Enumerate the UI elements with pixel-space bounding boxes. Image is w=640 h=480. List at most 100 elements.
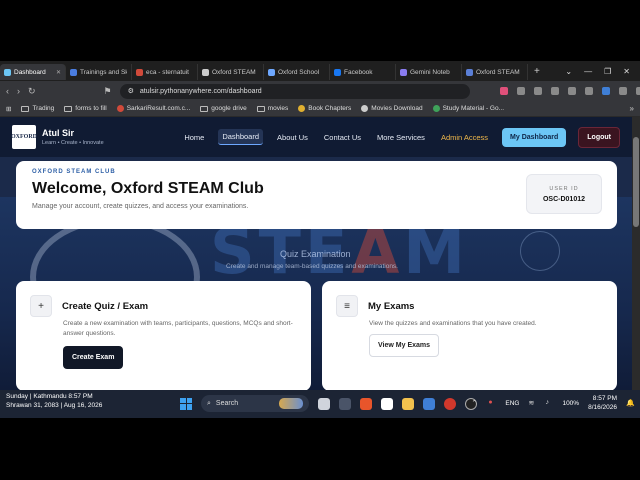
letterbox-bottom: [0, 418, 640, 480]
bookmark-icon[interactable]: ⚑: [104, 86, 112, 97]
extension-icon[interactable]: [516, 87, 525, 95]
tab-label: Dashboard: [14, 68, 46, 76]
site-icon: [432, 105, 440, 112]
weather-widget[interactable]: Sunday | Kathmandu 8:57 PM Shrawan 31, 2…: [6, 392, 102, 410]
tab-oxford-school[interactable]: Oxford School: [264, 64, 330, 80]
taskbar-search[interactable]: ⌕ Search: [201, 395, 309, 412]
site-icon: [116, 105, 124, 112]
nav-about[interactable]: About Us: [275, 130, 310, 145]
chevron-up-icon[interactable]: ⌃: [471, 399, 479, 407]
card-title: My Exams: [368, 300, 415, 312]
tab-search-icon[interactable]: ⌄: [565, 67, 572, 76]
windows-start-icon[interactable]: [180, 397, 192, 410]
card-description: View the quizzes and examinations that y…: [369, 320, 537, 327]
bookmark-movies[interactable]: movies: [256, 105, 288, 112]
notification-icon[interactable]: 🔔: [626, 399, 635, 407]
tab-gemini[interactable]: Gemini Noteb: [396, 64, 462, 80]
brave-browser-icon[interactable]: [360, 397, 372, 410]
restore-icon[interactable]: ❐: [604, 67, 611, 76]
bookmark-label: Book Chapters: [308, 105, 352, 112]
bookmark-sarkari[interactable]: SarkariResult.com.c...: [116, 105, 191, 112]
microphone-icon[interactable]: ●: [488, 399, 496, 407]
bookmark-movies-download[interactable]: Movies Download: [361, 105, 423, 112]
search-placeholder: Search: [215, 400, 239, 407]
new-tab-icon[interactable]: +: [528, 66, 546, 77]
create-exam-button[interactable]: Create Exam: [63, 346, 124, 369]
brand-tagline: Learn • Create • Innovate: [42, 140, 104, 146]
folder-icon: [256, 105, 265, 112]
site-logo[interactable]: OXFORD: [11, 125, 37, 149]
logout-button[interactable]: Logout: [578, 126, 620, 148]
site-info-icon[interactable]: ⚙: [128, 87, 134, 95]
bookmark-study-material[interactable]: Study Material - Go...: [432, 105, 504, 112]
volume-icon[interactable]: ♪: [545, 399, 553, 407]
battery-level[interactable]: 100%: [562, 400, 579, 407]
page-scrollbar[interactable]: [632, 117, 640, 390]
widgets-icon[interactable]: [339, 397, 351, 410]
apps-icon[interactable]: ⊞: [6, 105, 11, 113]
browser-tabstrip: Dashboard ✕ Trainings and Sk eca - sterna…: [0, 61, 640, 81]
tab-favicon: [70, 68, 77, 76]
wifi-icon[interactable]: ≋: [528, 399, 536, 407]
my-dashboard-button[interactable]: My Dashboard: [502, 127, 567, 147]
forward-icon[interactable]: ›: [17, 86, 20, 96]
list-icon: ≡: [336, 295, 358, 317]
store-icon[interactable]: [423, 397, 435, 410]
page-title: Welcome, Oxford STEAM Club: [32, 180, 264, 197]
task-view-icon[interactable]: [318, 397, 330, 410]
system-clock[interactable]: 8:57 PM 8/16/2026: [588, 394, 617, 412]
tab-dashboard[interactable]: Dashboard ✕: [0, 64, 66, 80]
minimize-icon[interactable]: —: [584, 67, 592, 76]
close-icon[interactable]: ✕: [56, 69, 61, 76]
file-explorer-icon[interactable]: [402, 397, 414, 410]
clock-date: 8/16/2026: [588, 404, 617, 411]
nav-dashboard[interactable]: Dashboard: [218, 129, 264, 145]
tab-oxford-steam-2[interactable]: Oxford STEAM: [462, 64, 528, 80]
vpn-icon[interactable]: [601, 87, 610, 95]
back-icon[interactable]: ‹: [6, 86, 9, 96]
tab-eca[interactable]: eca - sternatuit: [132, 64, 198, 80]
bookmarks-bar: ⊞ Trading forms to fill SarkariResult.co…: [0, 101, 640, 117]
wallet-icon[interactable]: [618, 87, 627, 95]
tab-oxford-steam[interactable]: Oxford STEAM: [198, 64, 264, 80]
url-field[interactable]: ⚙ atulsir.pythonanywhere.com/dashboard: [119, 83, 470, 99]
menu-icon[interactable]: [635, 87, 640, 95]
bookmark-label: Trading: [32, 105, 55, 112]
more-bookmarks-icon[interactable]: »: [630, 104, 634, 113]
plus-icon: +: [30, 295, 52, 317]
scrollbar-thumb[interactable]: [633, 137, 639, 227]
bookmark-book-chapters[interactable]: Book Chapters: [298, 105, 351, 112]
tab-trainings[interactable]: Trainings and Sk: [66, 64, 132, 80]
close-window-icon[interactable]: ✕: [623, 67, 630, 76]
nav-admin-access[interactable]: Admin Access: [439, 130, 490, 145]
nav-more-services[interactable]: More Services: [375, 130, 427, 145]
sidebar-icon[interactable]: [550, 87, 559, 95]
bookmark-label: SarkariResult.com.c...: [126, 105, 191, 112]
extensions-icon[interactable]: [584, 87, 593, 95]
bookmark-google-drive[interactable]: google drive: [200, 105, 247, 112]
tab-favicon: [334, 68, 341, 76]
folder-icon: [200, 105, 209, 112]
tab-favicon: [4, 68, 11, 76]
extension-icon[interactable]: [499, 87, 508, 95]
bookmark-label: Movies Download: [371, 105, 423, 112]
nav-contact[interactable]: Contact Us: [322, 130, 363, 145]
view-my-exams-button[interactable]: View My Exams: [369, 334, 440, 357]
bookmark-forms[interactable]: forms to fill: [64, 105, 107, 112]
reload-icon[interactable]: ↻: [28, 86, 36, 97]
atom-icon: [520, 231, 560, 271]
extension-icon[interactable]: [533, 87, 542, 95]
nepali-date: Shrawan 31, 2083 | Aug 16, 2026: [6, 402, 103, 409]
hero-subtitle: Quiz Examination: [280, 249, 351, 259]
tradingview-icon[interactable]: [381, 397, 393, 410]
extension-icon[interactable]: [567, 87, 576, 95]
bookmark-trading[interactable]: Trading: [21, 105, 54, 112]
nav-home[interactable]: Home: [182, 130, 206, 145]
app-icon[interactable]: [444, 397, 456, 410]
tab-facebook[interactable]: Facebook: [330, 64, 396, 80]
welcome-subtitle: Manage your account, create quizzes, and…: [32, 203, 249, 210]
bookmark-label: google drive: [211, 105, 247, 112]
page-viewport: STEAM Quiz Examination Create and manage…: [0, 117, 632, 390]
language-indicator[interactable]: ENG: [505, 400, 519, 407]
tab-label: Oxford STEAM: [212, 68, 256, 76]
